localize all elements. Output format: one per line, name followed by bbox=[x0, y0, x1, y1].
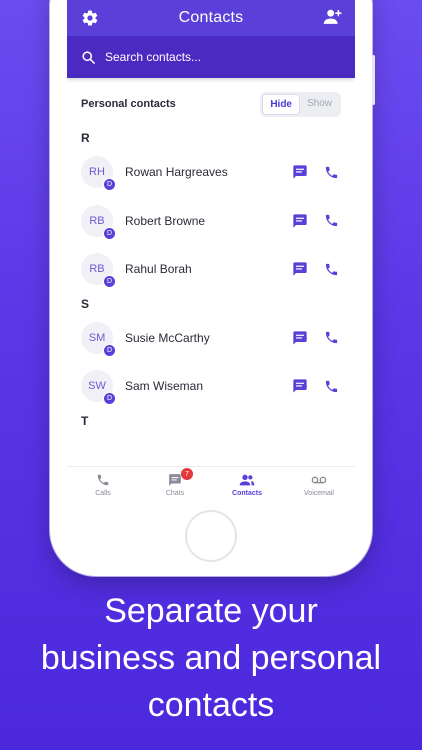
contact-name: Rahul Borah bbox=[125, 262, 192, 277]
tab-contacts[interactable]: Contacts bbox=[211, 467, 283, 503]
search-input[interactable] bbox=[105, 50, 325, 64]
contact-name: Sam Wiseman bbox=[125, 379, 204, 394]
tab-label: Chats bbox=[165, 490, 185, 497]
contact-row[interactable]: RB D Robert Browne bbox=[67, 197, 355, 246]
directory-badge: D bbox=[103, 392, 116, 406]
message-icon[interactable] bbox=[292, 213, 308, 229]
avatar-initials: RH bbox=[89, 166, 105, 179]
page-title: Contacts bbox=[178, 9, 244, 26]
contact-row[interactable]: SW D Sam Wiseman bbox=[67, 362, 355, 411]
avatar: RB D bbox=[81, 204, 116, 240]
contact-row[interactable]: SM D Susie McCarthy bbox=[67, 314, 355, 363]
contact-name: Robert Browne bbox=[125, 213, 206, 228]
directory-badge: D bbox=[103, 343, 116, 357]
contacts-icon bbox=[239, 474, 255, 486]
tab-bar: Calls 7 Chats Contacts Voicemail bbox=[67, 466, 355, 503]
personal-contacts-label: Personal contacts bbox=[81, 98, 176, 110]
search-icon bbox=[82, 50, 95, 64]
tab-voicemail[interactable]: Voicemail bbox=[283, 467, 355, 503]
message-icon[interactable] bbox=[292, 164, 308, 180]
hide-button[interactable]: Hide bbox=[262, 93, 300, 115]
call-icon[interactable] bbox=[324, 330, 339, 345]
tab-label: Calls bbox=[95, 490, 111, 497]
voicemail-icon bbox=[311, 476, 327, 484]
gear-icon[interactable] bbox=[81, 9, 99, 27]
message-icon[interactable] bbox=[292, 261, 308, 277]
search-bar bbox=[67, 36, 355, 78]
tab-label: Voicemail bbox=[304, 490, 334, 497]
call-icon[interactable] bbox=[324, 213, 339, 228]
message-icon[interactable] bbox=[292, 330, 308, 346]
marketing-caption: Separate your business and personal cont… bbox=[0, 588, 422, 729]
avatar: RH D bbox=[81, 156, 116, 192]
section-letter: S bbox=[81, 296, 90, 311]
contact-name: Rowan Hargreaves bbox=[125, 165, 228, 180]
directory-badge: D bbox=[103, 226, 116, 240]
unread-badge: 7 bbox=[181, 468, 193, 480]
avatar-initials: SM bbox=[88, 331, 106, 344]
caption-line: business and personal bbox=[40, 639, 382, 677]
avatar-initials: RB bbox=[89, 263, 105, 276]
app-bar: Contacts bbox=[67, 0, 355, 36]
avatar-initials: SW bbox=[88, 380, 106, 393]
directory-badge: D bbox=[103, 275, 116, 289]
section-letter: T bbox=[81, 413, 89, 428]
phone-side-button bbox=[372, 55, 375, 105]
tab-label: Contacts bbox=[232, 490, 262, 497]
caption-line: contacts bbox=[147, 686, 275, 724]
avatar: SW D bbox=[81, 370, 116, 406]
contact-row[interactable]: RH D Rowan Hargreaves bbox=[67, 148, 355, 197]
message-icon[interactable] bbox=[292, 378, 308, 394]
contact-list: R RH D Rowan Hargreaves RB D Robert Browne RB D R… bbox=[67, 128, 355, 431]
home-button[interactable] bbox=[185, 510, 237, 562]
contact-row[interactable]: RB D Rahul Borah bbox=[67, 245, 355, 294]
tab-chats[interactable]: 7 Chats bbox=[139, 467, 211, 503]
personal-contacts-row: Personal contacts Hide Show bbox=[67, 91, 355, 117]
section-letter: R bbox=[81, 131, 90, 145]
app-screen: Contacts Personal contacts Hide Show R RH… bbox=[67, 0, 355, 503]
phone-icon bbox=[97, 474, 109, 486]
visibility-toggle: Hide Show bbox=[260, 91, 341, 117]
caption-line: Separate your bbox=[104, 592, 318, 630]
avatar: RB D bbox=[81, 253, 116, 289]
call-icon[interactable] bbox=[324, 262, 339, 277]
call-icon[interactable] bbox=[324, 165, 339, 180]
avatar-initials: RB bbox=[89, 214, 105, 227]
contact-name: Susie McCarthy bbox=[125, 330, 210, 345]
call-icon[interactable] bbox=[324, 379, 339, 394]
show-button[interactable]: Show bbox=[300, 94, 339, 115]
directory-badge: D bbox=[103, 178, 116, 192]
add-user-icon[interactable] bbox=[323, 8, 343, 26]
avatar: SM D bbox=[81, 321, 116, 357]
tab-calls[interactable]: Calls bbox=[67, 467, 139, 503]
